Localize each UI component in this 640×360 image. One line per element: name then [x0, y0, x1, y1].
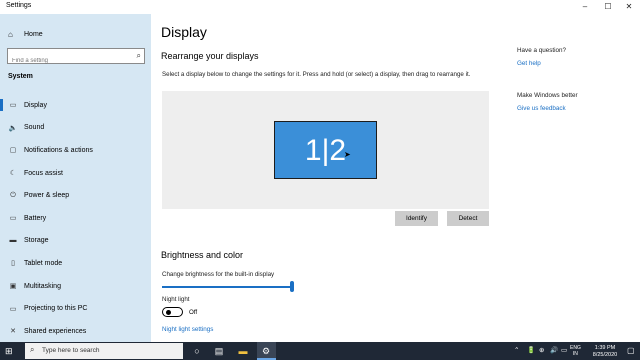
detect-button[interactable]: Detect: [447, 211, 489, 226]
power-icon: ⏻: [10, 191, 16, 199]
sidebar-item-sound[interactable]: 🔈 Sound: [0, 117, 151, 140]
search-icon: ⌕: [30, 345, 35, 354]
windows-start-icon[interactable]: ⊞: [5, 346, 13, 357]
sidebar-item-label: Focus assist: [24, 169, 63, 177]
network-icon[interactable]: ⊕: [539, 346, 544, 354]
sidebar-item-label: Power & sleep: [24, 192, 70, 200]
monitor-icon: ▭: [9, 102, 17, 110]
notification-icon: ▢: [9, 147, 17, 155]
home-label: Home: [24, 30, 43, 38]
sidebar-item-label: Tablet mode: [24, 259, 63, 267]
mouse-cursor-icon: ➤: [344, 150, 351, 159]
share-icon: ✕: [10, 328, 16, 336]
storage-icon: ▬: [9, 237, 17, 245]
sidebar-item-label: Projecting to this PC: [24, 305, 88, 313]
taskbar-search-box[interactable]: ⌕ Type here to search: [25, 343, 183, 359]
sidebar-nav: ▭ Display 🔈 Sound ▢ Notifications & acti…: [0, 94, 151, 343]
display-tile[interactable]: 1|2: [274, 121, 377, 179]
tray-overflow-icon[interactable]: ⌃: [514, 346, 519, 354]
identify-button[interactable]: Identify: [395, 211, 438, 226]
get-help-link[interactable]: Get help: [517, 60, 541, 67]
sidebar-item-label: Sound: [24, 124, 45, 132]
toggle-knob: [166, 310, 171, 315]
maximize-button[interactable]: ☐: [597, 0, 619, 14]
speaker-icon: 🔈: [8, 124, 18, 132]
brightness-label: Change brightness for the built-in displ…: [162, 271, 275, 278]
settings-icon[interactable]: ⚙: [257, 344, 275, 358]
night-light-settings-link[interactable]: Night light settings: [162, 326, 213, 333]
brightness-slider-track[interactable]: [162, 286, 293, 288]
night-light-state: Off: [189, 309, 198, 316]
taskbar: ⊞ ⌕ Type here to search ○ ▤ ▬ ⚙ ⌃ 🔋 ⊕ 🔊 …: [0, 342, 640, 360]
sidebar-item-label: Display: [24, 101, 47, 109]
title-bar: Settings – ☐ ✕: [0, 0, 640, 14]
clock[interactable]: 1:39 PM 8/25/2020: [588, 345, 622, 358]
sidebar-item-label: Multitasking: [24, 282, 61, 290]
sidebar-item-shared-experiences[interactable]: ✕ Shared experiences: [0, 320, 151, 343]
tablet-icon: ▯: [11, 260, 15, 268]
page-title: Display: [161, 24, 207, 40]
sidebar-item-storage[interactable]: ▬ Storage: [0, 230, 151, 253]
volume-icon[interactable]: 🔊: [550, 346, 558, 354]
brightness-heading: Brightness and color: [161, 250, 244, 260]
night-light-label: Night light: [162, 296, 190, 303]
give-feedback-link[interactable]: Give us feedback: [517, 105, 566, 112]
home-icon: ⌂: [8, 29, 13, 39]
rearrange-heading: Rearrange your displays: [161, 51, 259, 61]
close-button[interactable]: ✕: [618, 0, 640, 14]
region-code: IN: [572, 351, 578, 357]
sidebar-item-projecting[interactable]: ▭ Projecting to this PC: [0, 297, 151, 320]
sidebar-item-multitasking[interactable]: ▣ Multitasking: [0, 275, 151, 298]
question-heading: Have a question?: [517, 47, 567, 54]
search-input[interactable]: [8, 54, 126, 68]
battery-icon[interactable]: 🔋: [527, 346, 535, 354]
file-explorer-icon[interactable]: ▬: [234, 344, 252, 358]
notification-center-icon[interactable]: ▢: [627, 346, 635, 355]
sidebar-item-label: Shared experiences: [24, 327, 87, 335]
setting-search-box[interactable]: ⌕: [7, 48, 145, 68]
feedback-heading: Make Windows better: [517, 92, 578, 99]
sidebar-item-tablet-mode[interactable]: ▯ Tablet mode: [0, 252, 151, 275]
moon-icon: ☾: [9, 170, 17, 178]
battery-icon: ▭: [9, 215, 17, 223]
display-arrangement-canvas: 1|2 ➤: [162, 91, 489, 209]
brightness-slider-thumb[interactable]: [290, 281, 294, 292]
section-heading: System: [8, 73, 33, 80]
home-link[interactable]: ⌂ Home: [8, 28, 43, 40]
sidebar-item-label: Battery: [24, 214, 47, 222]
window-title: Settings: [6, 2, 32, 9]
sidebar-item-display[interactable]: ▭ Display: [0, 94, 151, 117]
project-icon: ▭: [9, 305, 17, 313]
search-icon[interactable]: ⌕: [137, 51, 141, 61]
keyboard-icon[interactable]: ▭: [561, 346, 567, 354]
sidebar: ⌂ Home ⌕ System ▭ Display 🔈 Sound ▢ Noti…: [0, 14, 151, 342]
sidebar-item-notifications[interactable]: ▢ Notifications & actions: [0, 139, 151, 162]
cortana-icon[interactable]: ○: [188, 344, 206, 358]
sidebar-item-label: Notifications & actions: [24, 146, 93, 154]
sidebar-item-focus-assist[interactable]: ☾ Focus assist: [0, 162, 151, 185]
task-view-icon[interactable]: ▤: [210, 344, 228, 358]
language-indicator[interactable]: ENG IN: [570, 345, 581, 357]
rearrange-instructions: Select a display below to change the set…: [162, 71, 471, 78]
night-light-toggle[interactable]: [162, 307, 183, 317]
sidebar-item-label: Storage: [24, 237, 49, 245]
sidebar-item-power-sleep[interactable]: ⏻ Power & sleep: [0, 184, 151, 207]
minimize-button[interactable]: –: [574, 0, 596, 14]
sidebar-item-battery[interactable]: ▭ Battery: [0, 207, 151, 230]
clock-date: 8/25/2020: [592, 351, 618, 358]
taskbar-search-placeholder: Type here to search: [42, 347, 100, 354]
multitask-icon: ▣: [9, 283, 17, 291]
